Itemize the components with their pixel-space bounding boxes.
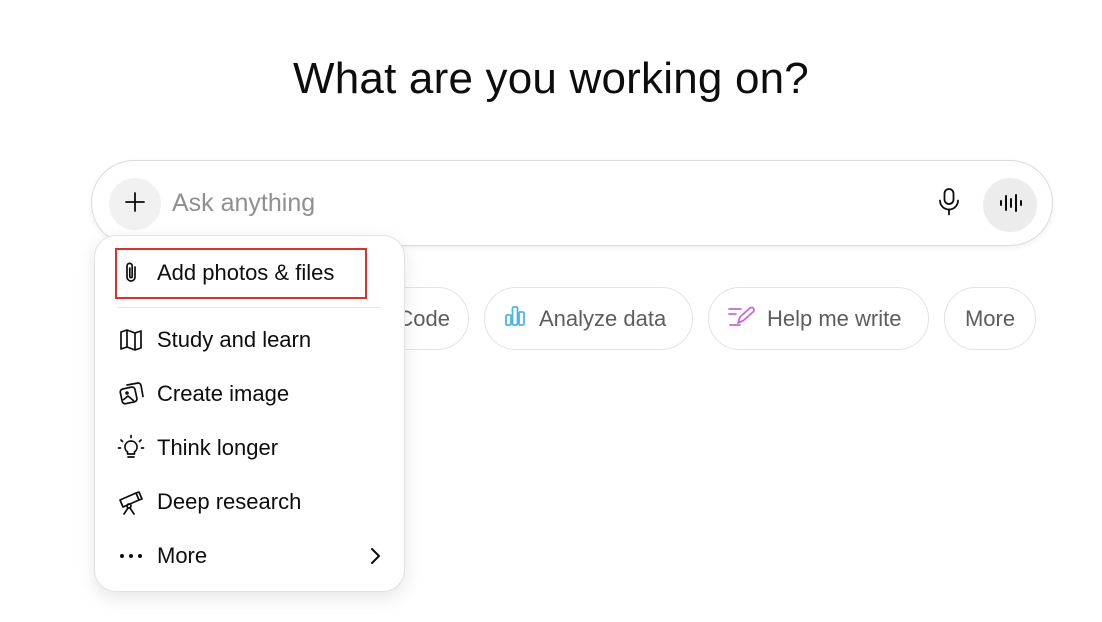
chip-label: More <box>964 305 1016 331</box>
prompt-input[interactable] <box>172 183 872 223</box>
image-icon <box>117 380 145 408</box>
chevron-right-icon <box>365 544 385 568</box>
telescope-icon <box>117 488 145 516</box>
chip-label: Code <box>397 305 450 331</box>
menu-item-label: More <box>157 543 208 568</box>
microphone-icon <box>936 187 962 222</box>
menu-item-label: Think longer <box>157 435 279 460</box>
chip-analyze-data[interactable]: Analyze data <box>484 287 693 350</box>
menu-item-label: Add photos & files <box>157 260 335 285</box>
bar-chart-icon <box>503 304 527 334</box>
voice-waveform-icon <box>997 191 1023 220</box>
page: What are you working on? Ask anything Co… <box>0 0 1102 622</box>
menu-item-deep-research[interactable]: Deep research <box>117 482 385 522</box>
menu-item-add-photos-files[interactable]: Add photos & files <box>117 253 385 293</box>
chip-help-me-write[interactable]: Help me write <box>708 287 929 350</box>
composer <box>91 160 1053 246</box>
lightbulb-icon <box>117 434 145 462</box>
menu-item-study-and-learn[interactable]: Study and learn <box>117 320 385 360</box>
ellipsis-icon <box>117 542 145 570</box>
pen-icon <box>727 304 755 334</box>
voice-mode-button[interactable] <box>983 178 1037 232</box>
paperclip-icon <box>117 259 145 287</box>
page-title: What are you working on? <box>293 54 809 103</box>
chip-more[interactable]: More <box>944 287 1036 350</box>
book-icon <box>117 326 145 354</box>
menu-item-more[interactable]: More <box>117 536 385 576</box>
chip-label: Analyze data <box>539 305 667 331</box>
chip-label: Help me write <box>767 305 902 331</box>
attach-button[interactable] <box>109 178 161 230</box>
menu-item-think-longer[interactable]: Think longer <box>117 428 385 468</box>
dictate-button[interactable] <box>930 185 968 223</box>
plus-icon <box>123 190 147 219</box>
attach-menu: Add photos & files Study and learn Creat… <box>94 235 405 592</box>
menu-item-label: Study and learn <box>157 327 312 352</box>
menu-item-create-image[interactable]: Create image <box>117 374 385 414</box>
menu-item-label: Deep research <box>157 489 302 514</box>
menu-divider <box>117 307 381 308</box>
menu-item-label: Create image <box>157 381 290 406</box>
